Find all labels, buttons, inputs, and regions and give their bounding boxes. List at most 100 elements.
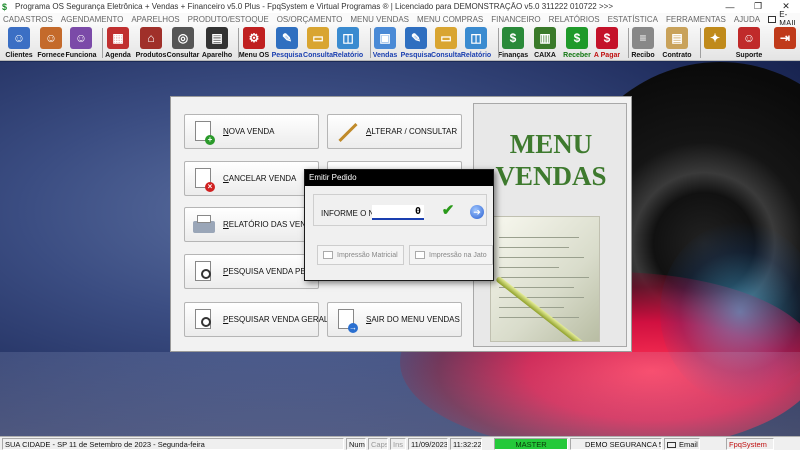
dialog-title: Emitir Pedido bbox=[305, 170, 493, 186]
nova-venda-button[interactable]: + NOVA VENDA bbox=[184, 114, 319, 149]
toolbar-label: Recibo bbox=[631, 52, 655, 59]
cancelar-venda-label: ANCELAR VENDA bbox=[228, 174, 297, 183]
toolbar-button-pesquisa-8[interactable]: ✎ Pesquisa bbox=[272, 27, 302, 60]
safe-icon: ◎ bbox=[172, 27, 194, 49]
menu-produto-estoque[interactable]: PRODUTO/ESTOQUE bbox=[188, 15, 269, 24]
toolbar-label: Consultar bbox=[166, 52, 200, 59]
sair-menu-vendas-button[interactable]: → SAIR DO MENU VENDAS bbox=[327, 302, 462, 337]
nova-venda-label: OVA VENDA bbox=[228, 127, 275, 136]
floor-graphic bbox=[0, 352, 800, 436]
toolbar-label: Receber bbox=[563, 52, 591, 59]
toolbar-button-vendas-11[interactable]: ▣ Vendas bbox=[370, 27, 400, 60]
toolbar-button-contrato-20[interactable]: ▤ Contrato bbox=[662, 27, 692, 60]
toolbar-label: A Pagar bbox=[593, 52, 621, 59]
toolbar-button-suporte-22[interactable]: ☺ Suporte bbox=[734, 27, 764, 60]
toolbar-label: Produtos bbox=[135, 52, 167, 59]
toolbar-button-clientes-0[interactable]: ☺ Clientes bbox=[4, 27, 34, 60]
toolbar-separator bbox=[370, 28, 371, 58]
menu-vendas[interactable]: MENU VENDAS bbox=[350, 15, 409, 24]
support-icon: ☺ bbox=[738, 27, 760, 49]
toolbar-button-consulta-13[interactable]: ▭ Consulta bbox=[431, 27, 461, 60]
cancel-document-icon: × bbox=[191, 166, 217, 192]
toolbar-button-relat-rio-10[interactable]: ◫ Relatório bbox=[333, 27, 363, 60]
order-number-label: INFORME O Nº bbox=[321, 209, 378, 218]
toolbar-button-fornece-1[interactable]: ☺ Fornece bbox=[36, 27, 66, 60]
employee-icon: ☺ bbox=[70, 27, 92, 49]
pay-money-icon: $ bbox=[596, 27, 618, 49]
toolbar-label: Contrato bbox=[662, 52, 692, 59]
toolbar-separator bbox=[628, 28, 629, 58]
confirm-check-icon[interactable]: ✔ bbox=[440, 203, 456, 219]
status-num: Num bbox=[346, 438, 366, 450]
toolbar-separator bbox=[498, 28, 499, 58]
minimize-button[interactable]: — bbox=[716, 2, 744, 12]
toolbar-button-finan-as-15[interactable]: $ Finanças bbox=[498, 27, 528, 60]
toolbar-button-relat-rio-14[interactable]: ◫ Relatório bbox=[461, 27, 491, 60]
toolbar-label: Vendas bbox=[372, 52, 398, 59]
toolbar-button-tools-21[interactable]: ✦ bbox=[700, 27, 730, 60]
order-number-input[interactable] bbox=[372, 205, 424, 220]
folder-icon: ▭ bbox=[307, 27, 329, 49]
toolbar-button-agenda-3[interactable]: ▦ Agenda bbox=[103, 27, 133, 60]
go-arrow-icon[interactable]: ➔ bbox=[470, 205, 484, 219]
report-icon: ◫ bbox=[337, 27, 359, 49]
mail-icon bbox=[667, 442, 676, 449]
status-company: DEMO SEGURANCA 5.0 bbox=[570, 438, 662, 450]
toolbar-button-consulta-9[interactable]: ▭ Consulta bbox=[303, 27, 333, 60]
status-caps: Caps bbox=[368, 438, 388, 450]
status-bar: SUA CIDADE - SP 11 de Setembro de 2023 -… bbox=[0, 436, 800, 450]
cancelar-venda-button[interactable]: × CANCELAR VENDA bbox=[184, 161, 319, 196]
toolbar-button-funciona-2[interactable]: ☺ Funciona bbox=[65, 27, 97, 60]
toolbar-label: Consulta bbox=[303, 52, 333, 59]
menu-relatorios[interactable]: RELATÓRIOS bbox=[549, 15, 600, 24]
toolbar-button-receber-17[interactable]: $ Receber bbox=[562, 27, 592, 60]
menu-aparelhos[interactable]: APARELHOS bbox=[131, 15, 179, 24]
printer-icon bbox=[191, 212, 217, 238]
menu-cadastros[interactable]: CADASTROS bbox=[3, 15, 53, 24]
toolbar-label: Menu OS bbox=[238, 52, 270, 59]
menu-ajuda[interactable]: AJUDA bbox=[734, 15, 760, 24]
app-icon: $ bbox=[2, 1, 8, 12]
toolbar-button-menu-os-7[interactable]: ⚙ Menu OS bbox=[239, 27, 269, 60]
toolbar: ☺ Clientes ☺ Fornece ☺ Funciona ▦ Agenda ⌂ Produt… bbox=[0, 25, 800, 61]
monitor-icon: ▣ bbox=[374, 27, 396, 49]
toolbar-label: Pesquisa bbox=[271, 52, 303, 59]
cashier-icon: ▥ bbox=[534, 27, 556, 49]
status-ins: Ins bbox=[390, 438, 406, 450]
pesquisar-venda-geral-button[interactable]: PESQUISAR VENDA GERAL bbox=[184, 302, 328, 337]
sair-menu-label: AIR DO MENU VENDAS bbox=[371, 315, 460, 324]
menu-os-orcamento[interactable]: OS/ORÇAMENTO bbox=[277, 15, 343, 24]
toolbar-button-aparelho-6[interactable]: ▤ Aparelho bbox=[202, 27, 232, 60]
toolbar-button-caixa-16[interactable]: ▥ CAIXA bbox=[530, 27, 560, 60]
toolbar-button-recibo-19[interactable]: ≡ Recibo bbox=[628, 27, 658, 60]
envelope-icon bbox=[768, 15, 777, 23]
print-matrix-button[interactable]: Impressão Matricial bbox=[317, 245, 404, 265]
clients-icon: ☺ bbox=[8, 27, 30, 49]
menu-financeiro[interactable]: FINANCEIRO bbox=[491, 15, 540, 24]
exit-icon: ⇥ bbox=[774, 27, 796, 49]
menu-estatistica[interactable]: ESTATÍSTICA bbox=[608, 15, 658, 24]
toolbar-button-a-pagar-18[interactable]: $ A Pagar bbox=[592, 27, 622, 60]
toolbar-button-produtos-4[interactable]: ⌂ Produtos bbox=[136, 27, 166, 60]
supplier-icon: ☺ bbox=[40, 27, 62, 49]
print-matrix-label: Impressão Matricial bbox=[337, 251, 398, 259]
inkjet-printer-icon bbox=[415, 251, 425, 259]
receive-money-icon: $ bbox=[566, 27, 588, 49]
toolbar-label: CAIXA bbox=[534, 52, 556, 59]
toolbar-button-pesquisa-12[interactable]: ✎ Pesquisa bbox=[401, 27, 431, 60]
toolbar-label: Relatório bbox=[332, 52, 364, 59]
relatorio-vendas-button[interactable]: RELATÓRIO DAS VENDAS bbox=[184, 207, 322, 242]
toolbar-label: Fornece bbox=[37, 52, 65, 59]
menu-ferramentas[interactable]: FERRAMENTAS bbox=[666, 15, 726, 24]
menu-title-line1: MENU bbox=[509, 129, 593, 159]
status-email[interactable]: Email bbox=[664, 438, 700, 450]
pesquisa-venda-pendente-button[interactable]: PESQUISA VENDA PENDENTE bbox=[184, 254, 339, 289]
menu-compras[interactable]: MENU COMPRAS bbox=[417, 15, 483, 24]
menu-agendamento[interactable]: AGENDAMENTO bbox=[61, 15, 124, 24]
folder-icon: ▭ bbox=[435, 27, 457, 49]
status-user: MASTER bbox=[494, 438, 568, 450]
alterar-consultar-button[interactable]: ALTERAR / CONSULTAR bbox=[327, 114, 462, 149]
toolbar-button-exit-23[interactable]: ⇥ bbox=[770, 27, 800, 60]
toolbar-button-consultar-5[interactable]: ◎ Consultar bbox=[166, 27, 200, 60]
print-inkjet-button[interactable]: Impressão na Jato bbox=[409, 245, 493, 265]
